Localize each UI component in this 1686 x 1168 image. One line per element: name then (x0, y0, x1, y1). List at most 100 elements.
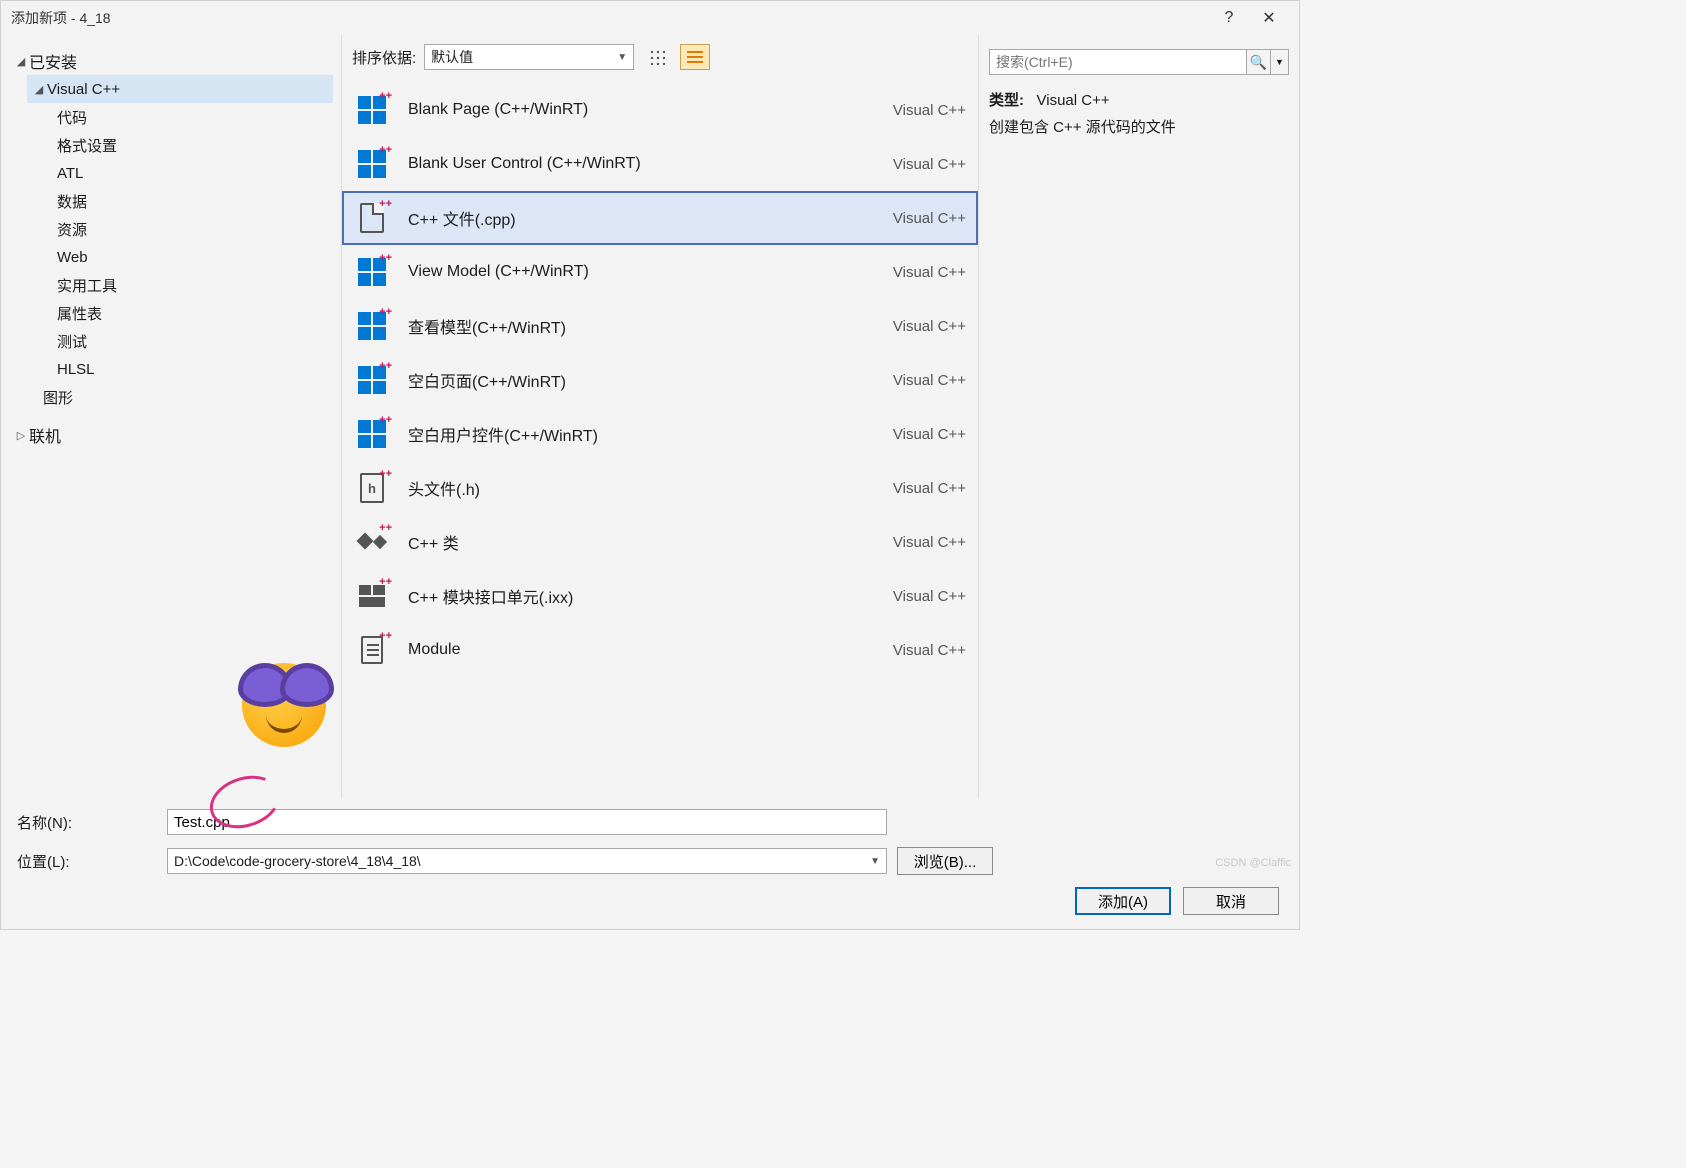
template-label: 查看模型(C++/WinRT) (408, 314, 838, 338)
template-label: Blank Page (C++/WinRT) (408, 101, 838, 119)
tree-installed[interactable]: ◢ 已安装 (9, 47, 333, 75)
window-title: 添加新项 - 4_18 (11, 8, 1209, 28)
view-list-button[interactable] (680, 44, 710, 70)
template-category: Visual C++ (856, 318, 966, 335)
type-label: 类型: (989, 92, 1024, 109)
cool-emoji-overlay (236, 649, 336, 749)
template-row[interactable]: h++头文件(.h)Visual C++ (342, 461, 978, 515)
expander-icon: ◢ (31, 83, 47, 96)
template-category: Visual C++ (856, 642, 966, 659)
template-list: ++Blank Page (C++/WinRT)Visual C++++Blan… (342, 79, 978, 799)
location-combo[interactable]: D:\Code\code-grocery-store\4_18\4_18\ ▼ (167, 848, 887, 874)
tree-subitem[interactable]: 资源 (57, 215, 333, 243)
template-row[interactable]: ++ Module Visual C++ (342, 623, 978, 677)
class-icon: ++ (354, 524, 390, 560)
module-unit-icon: ++ (354, 578, 390, 614)
template-category: Visual C++ (856, 264, 966, 281)
browse-button[interactable]: 浏览(B)... (897, 847, 993, 875)
tree-graphics[interactable]: 图形 (27, 383, 333, 411)
windows-tile-icon: ++ (354, 362, 390, 398)
tree-subitem[interactable]: 测试 (57, 327, 333, 355)
tree-subitem[interactable]: Web (57, 243, 333, 271)
search-input[interactable] (990, 50, 1246, 74)
tree-subitem[interactable]: 代码 (57, 103, 333, 131)
sort-value: 默认值 (431, 47, 473, 67)
location-label: 位置(L): (17, 851, 157, 872)
list-icon (687, 51, 703, 63)
grid-icon (649, 49, 665, 65)
type-line: 类型: Visual C++ (989, 89, 1289, 110)
windows-tile-icon: ++ (354, 146, 390, 182)
name-input[interactable] (167, 809, 887, 835)
expander-icon: ▷ (13, 429, 29, 442)
windows-tile-icon: ++ (354, 308, 390, 344)
template-label: 空白用户控件(C++/WinRT) (408, 422, 838, 446)
template-category: Visual C++ (856, 210, 966, 227)
tree-installed-label: 已安装 (29, 49, 77, 73)
search-dropdown-icon[interactable]: ▼ (1270, 50, 1288, 74)
template-label: 空白页面(C++/WinRT) (408, 368, 838, 392)
tree-online[interactable]: ▷ 联机 (9, 421, 333, 449)
search-icon[interactable]: 🔍 (1246, 50, 1270, 74)
template-row[interactable]: ++Blank User Control (C++/WinRT)Visual C… (342, 137, 978, 191)
tree-graphics-label: 图形 (43, 387, 73, 408)
sort-label: 排序依据: (352, 47, 416, 68)
template-category: Visual C++ (856, 426, 966, 443)
tree-subitem[interactable]: 数据 (57, 187, 333, 215)
name-label: 名称(N): (17, 812, 157, 833)
close-button[interactable]: ✕ (1249, 8, 1289, 28)
description: 创建包含 C++ 源代码的文件 (989, 116, 1289, 137)
footer: 名称(N): 位置(L): D:\Code\code-grocery-store… (1, 799, 1299, 929)
template-row[interactable]: ++ C++ 类 Visual C++ (342, 515, 978, 569)
template-label: View Model (C++/WinRT) (408, 263, 838, 281)
tree-vcpp-children: 代码格式设置ATL数据资源Web实用工具属性表测试HLSL (27, 103, 333, 383)
title-bar: 添加新项 - 4_18 ? ✕ (1, 1, 1299, 35)
add-new-item-dialog: 添加新项 - 4_18 ? ✕ ◢ 已安装 ◢ Visual C++ 代码格式设… (0, 0, 1300, 930)
name-row: 名称(N): (17, 809, 1283, 835)
template-row[interactable]: ++ C++ 模块接口单元(.ixx) Visual C++ (342, 569, 978, 623)
template-row[interactable]: ++ 空白用户控件(C++/WinRT) Visual C++ (342, 407, 978, 461)
tree-visual-cpp[interactable]: ◢ Visual C++ (27, 75, 333, 103)
action-buttons: 添加(A) 取消 (17, 887, 1283, 915)
cpp-file-icon: ++ (354, 200, 390, 236)
tree-visual-cpp-label: Visual C++ (47, 81, 120, 98)
main-area: ◢ 已安装 ◢ Visual C++ 代码格式设置ATL数据资源Web实用工具属… (1, 35, 1299, 799)
tree-subitem[interactable]: 属性表 (57, 299, 333, 327)
template-toolbar: 排序依据: 默认值 ▼ (342, 35, 978, 79)
template-panel: 排序依据: 默认值 ▼ ++ Blank Page (C++/WinRT) Visu… (341, 35, 979, 799)
view-grid-button[interactable] (642, 44, 672, 70)
windows-tile-icon: ++ (354, 254, 390, 290)
tree-subitem[interactable]: HLSL (57, 355, 333, 383)
template-category: Visual C++ (856, 534, 966, 551)
add-button[interactable]: 添加(A) (1075, 887, 1171, 915)
chevron-down-icon: ▼ (617, 52, 627, 63)
windows-tile-icon: ++ (354, 416, 390, 452)
info-panel: 🔍 ▼ 类型: Visual C++ 创建包含 C++ 源代码的文件 (979, 35, 1299, 799)
tree-subitem[interactable]: ATL (57, 159, 333, 187)
header-file-icon: h++ (354, 470, 390, 506)
template-label: Module (408, 641, 838, 659)
tree-subitem[interactable]: 实用工具 (57, 271, 333, 299)
help-button[interactable]: ? (1209, 9, 1249, 27)
template-row[interactable]: ++ 空白页面(C++/WinRT) Visual C++ (342, 353, 978, 407)
template-category: Visual C++ (856, 372, 966, 389)
cancel-button[interactable]: 取消 (1183, 887, 1279, 915)
expander-icon: ◢ (13, 55, 29, 68)
template-category: Visual C++ (856, 588, 966, 605)
sort-dropdown[interactable]: 默认值 ▼ (424, 44, 634, 70)
windows-tile-icon: ++ (354, 92, 390, 128)
tree-subitem[interactable]: 格式设置 (57, 131, 333, 159)
tree-online-label: 联机 (29, 423, 61, 447)
module-icon: ++ (354, 632, 390, 668)
template-category: Visual C++ (856, 480, 966, 497)
template-category: Visual C++ (856, 156, 966, 173)
template-row[interactable]: ++ 查看模型(C++/WinRT) Visual C++ (342, 299, 978, 353)
template-row[interactable]: ++C++ 文件(.cpp)Visual C++ (342, 191, 978, 245)
template-row[interactable]: ++ View Model (C++/WinRT) Visual C++ (342, 245, 978, 299)
watermark: CSDN @Claffic (1215, 857, 1291, 869)
template-row[interactable]: ++Blank Page (C++/WinRT)Visual C++ (342, 83, 978, 137)
template-label: C++ 模块接口单元(.ixx) (408, 584, 838, 608)
search-box[interactable]: 🔍 ▼ (989, 49, 1289, 75)
chevron-down-icon: ▼ (870, 856, 880, 867)
template-label: C++ 类 (408, 530, 838, 554)
